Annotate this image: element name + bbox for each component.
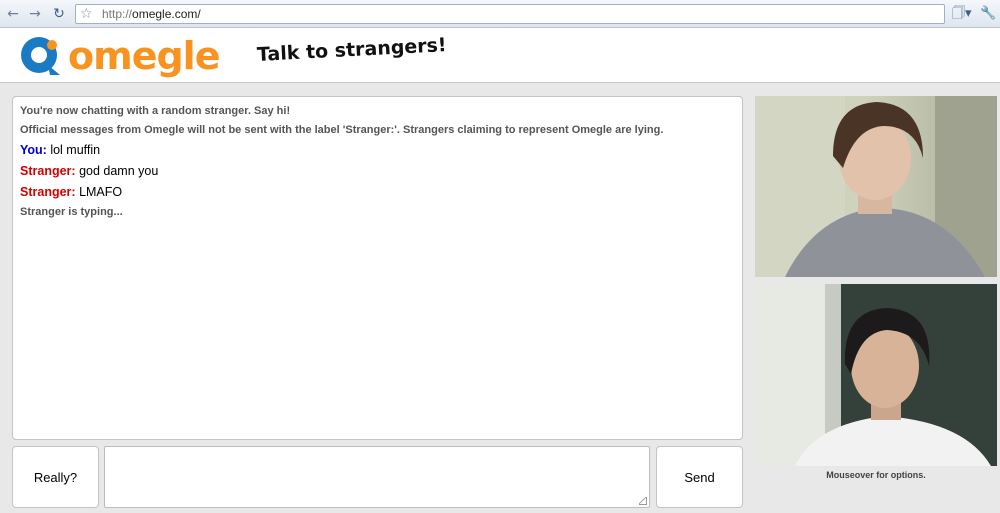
stranger-webcam-image: [755, 96, 997, 277]
chat-log: You're now chatting with a random strang…: [12, 96, 743, 440]
status-message: Official messages from Omegle will not b…: [20, 124, 664, 136]
sender-label: Stranger:: [20, 185, 76, 199]
address-bar[interactable]: ☆ http://omegle.com/ ▶: [75, 4, 945, 24]
reload-icon[interactable]: ↻: [50, 5, 68, 23]
message-text: lol muffin: [50, 143, 101, 157]
message-text: LMAFO: [79, 185, 123, 199]
back-arrow-icon[interactable]: ←: [4, 5, 22, 23]
disconnect-button[interactable]: Really?: [12, 446, 99, 508]
typing-status: Stranger is typing...: [20, 206, 123, 218]
wrench-icon[interactable]: 🔧: [980, 5, 996, 23]
tagline: Talk to strangers!: [256, 34, 448, 66]
url-host: omegle.com/: [132, 7, 201, 21]
chat-message: Stranger: god damn you: [20, 161, 735, 182]
url-text[interactable]: http://omegle.com/: [102, 5, 201, 23]
browser-toolbar: ← → ↻ ☆ http://omegle.com/ ▶ 🗍▾ 🔧: [0, 0, 1000, 28]
resize-grip-icon[interactable]: [639, 497, 647, 505]
sender-label: Stranger:: [20, 164, 76, 178]
message-input[interactable]: [104, 446, 650, 508]
video-caption: Mouseover for options.: [826, 470, 926, 480]
self-video[interactable]: [755, 284, 997, 466]
forward-arrow-icon[interactable]: →: [26, 5, 44, 23]
self-webcam-image: [755, 284, 997, 466]
sender-label: You:: [20, 143, 47, 157]
chat-message: Stranger: LMAFO: [20, 182, 735, 203]
url-scheme: http://: [102, 7, 133, 21]
page-menu-icon[interactable]: 🗍▾: [952, 5, 972, 23]
stranger-video[interactable]: [755, 96, 997, 277]
message-text: god damn you: [79, 164, 159, 178]
site-header: omegle Talk to strangers!: [0, 28, 1000, 83]
star-icon[interactable]: ☆: [80, 5, 93, 23]
omegle-logo-icon[interactable]: [18, 35, 64, 77]
chat-message: You: lol muffin: [20, 140, 735, 161]
status-message: You're now chatting with a random strang…: [20, 105, 291, 117]
logo-text[interactable]: omegle: [68, 34, 220, 78]
send-button[interactable]: Send: [656, 446, 743, 508]
